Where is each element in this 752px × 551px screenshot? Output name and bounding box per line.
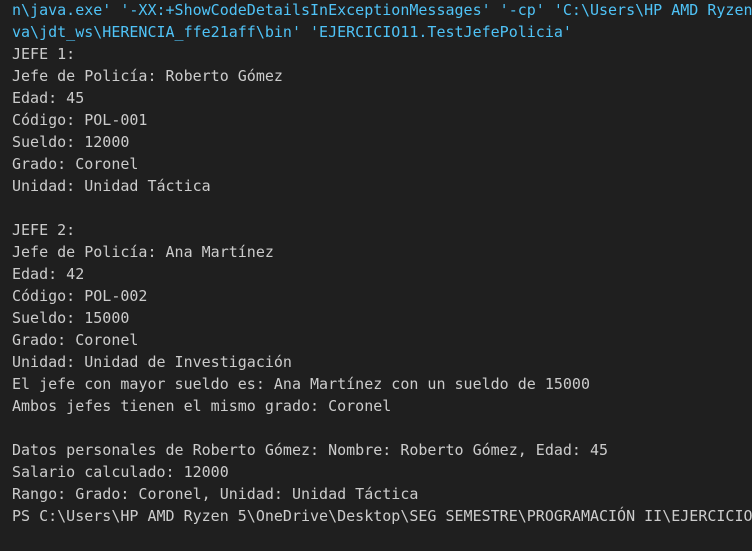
- terminal-output-line: JEFE 2:: [12, 221, 76, 239]
- terminal-output-line: Sueldo: 15000: [12, 309, 130, 327]
- terminal-output-line: El jefe con mayor sueldo es: Ana Martíne…: [12, 375, 590, 393]
- terminal-output-line: Código: POL-002: [12, 287, 148, 305]
- terminal-output-line: Código: POL-001: [12, 111, 148, 129]
- terminal-output-line: Grado: Coronel: [12, 331, 139, 349]
- terminal-output-line: Salario calculado: 12000: [12, 463, 229, 481]
- terminal-output-line: Jefe de Policía: Ana Martínez: [12, 243, 274, 261]
- terminal-output-line: Edad: 42: [12, 265, 85, 283]
- terminal-output-line: Jefe de Policía: Roberto Gómez: [12, 67, 283, 85]
- terminal-output-line: Rango: Grado: Coronel, Unidad: Unidad Tá…: [12, 485, 419, 503]
- terminal-output-line: Datos personales de Roberto Gómez: Nombr…: [12, 441, 609, 459]
- terminal-panel[interactable]: n\java.exe' '-XX:+ShowCodeDetailsInExcep…: [0, 0, 752, 551]
- terminal-prompt: PS C:\Users\HP AMD Ryzen 5\OneDrive\Desk…: [12, 507, 752, 525]
- terminal-command-line: va\jdt_ws\HERENCIA_ffe21aff\bin' 'EJERCI…: [12, 23, 572, 41]
- terminal-output[interactable]: n\java.exe' '-XX:+ShowCodeDetailsInExcep…: [12, 0, 752, 527]
- terminal-output-line: JEFE 1:: [12, 45, 76, 63]
- terminal-output-line: Ambos jefes tienen el mismo grado: Coron…: [12, 397, 392, 415]
- terminal-output-line: Sueldo: 12000: [12, 133, 130, 151]
- terminal-command-line: n\java.exe' '-XX:+ShowCodeDetailsInExcep…: [12, 1, 752, 19]
- terminal-output-line: Unidad: Unidad de Investigación: [12, 353, 292, 371]
- terminal-output-line: Edad: 45: [12, 89, 85, 107]
- terminal-output-line: Grado: Coronel: [12, 155, 139, 173]
- terminal-output-line: Unidad: Unidad Táctica: [12, 177, 211, 195]
